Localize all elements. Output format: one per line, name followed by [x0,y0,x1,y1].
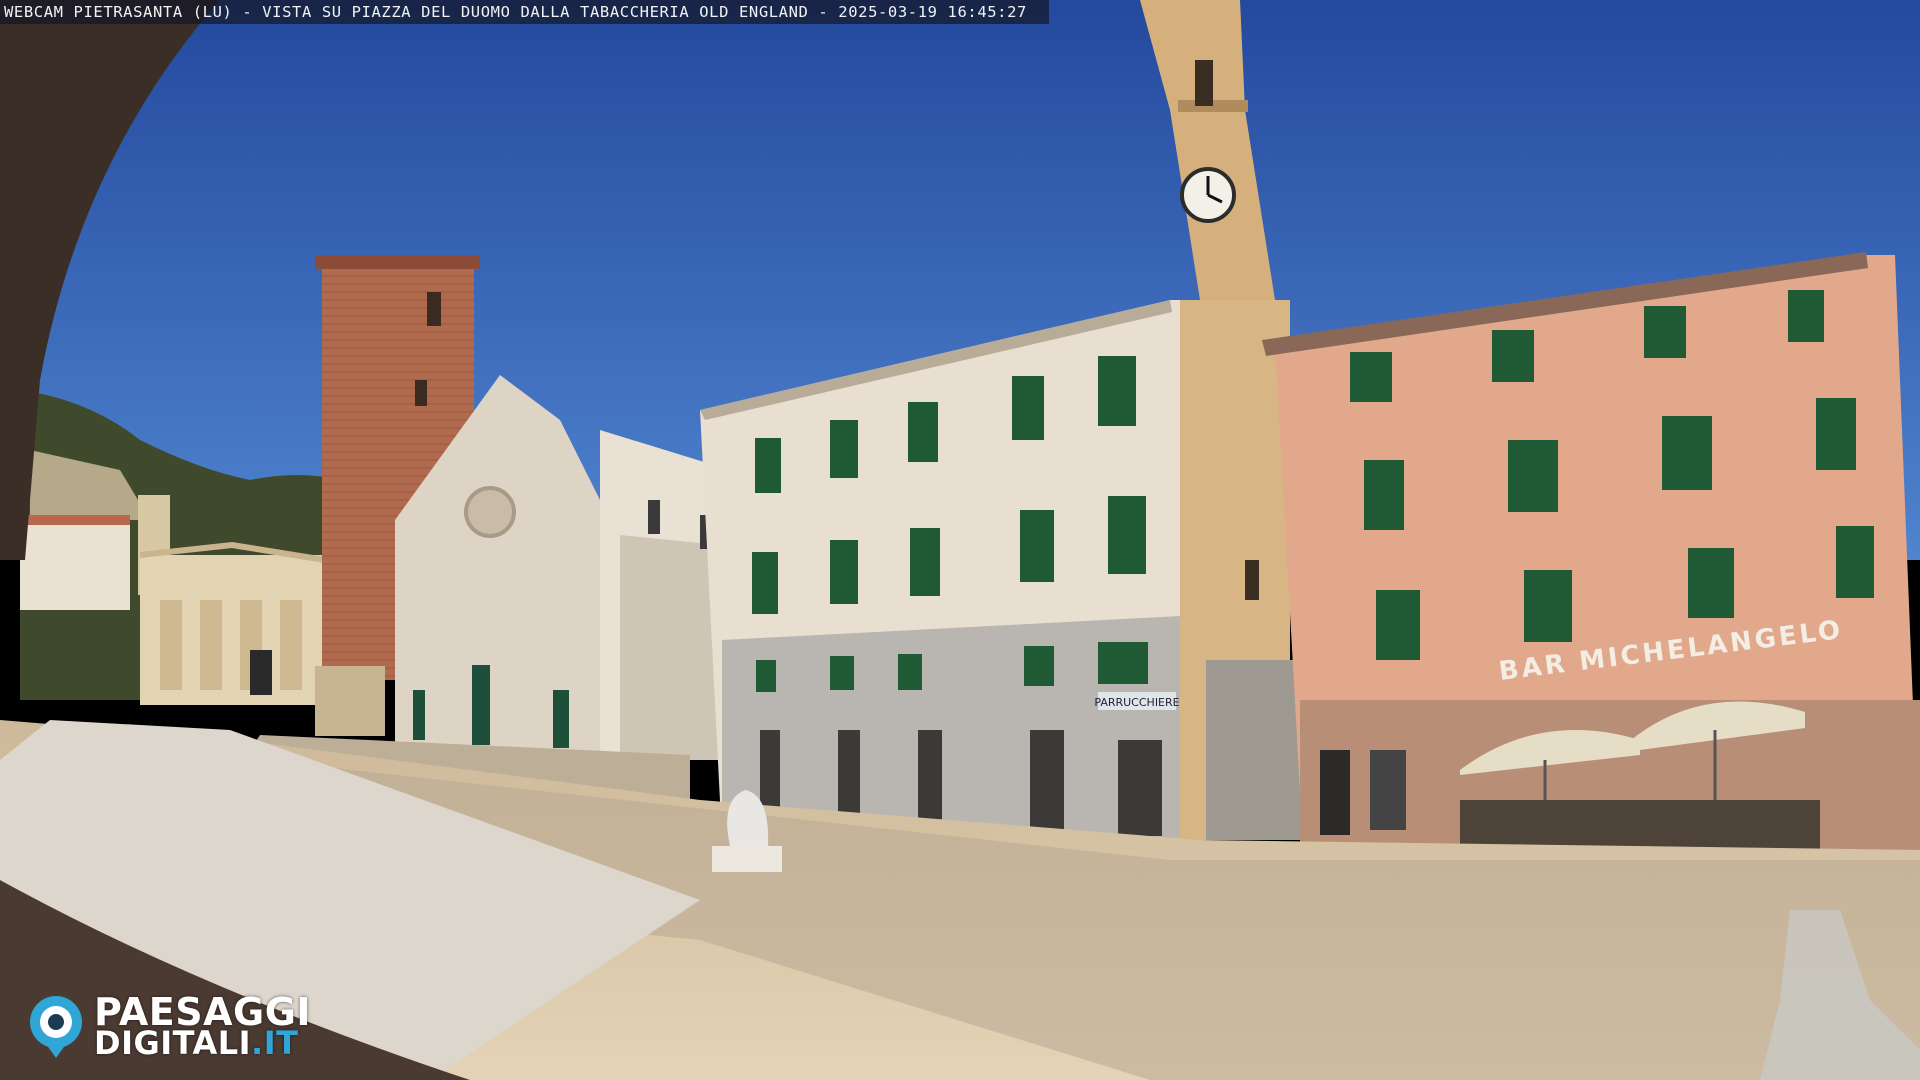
logo-text-accent: .IT [251,1024,299,1062]
rose-window [464,486,516,538]
paesaggi-digitali-logo: PAESAGGI DIGITALI.IT [26,990,336,1062]
statue-base [712,846,782,872]
webcam-caption: WEBCAM PIETRASANTA (LU) - VISTA SU PIAZZ… [0,0,1049,24]
left-house-roof [20,515,130,525]
logo-text-main: DIGITALI [94,1024,252,1062]
logo-text-line2: DIGITALI.IT [94,1024,298,1062]
left-house [20,520,130,610]
camera-lens-icon [30,996,82,1058]
webcam-frame: PARRUCCHIERE BAR MICHELANGELO WEBCAM PIE… [0,0,1920,1080]
piazza-scene: PARRUCCHIERE BAR MICHELANGELO [0,0,1920,1080]
shop-sign-text: PARRUCCHIERE [1094,696,1179,709]
